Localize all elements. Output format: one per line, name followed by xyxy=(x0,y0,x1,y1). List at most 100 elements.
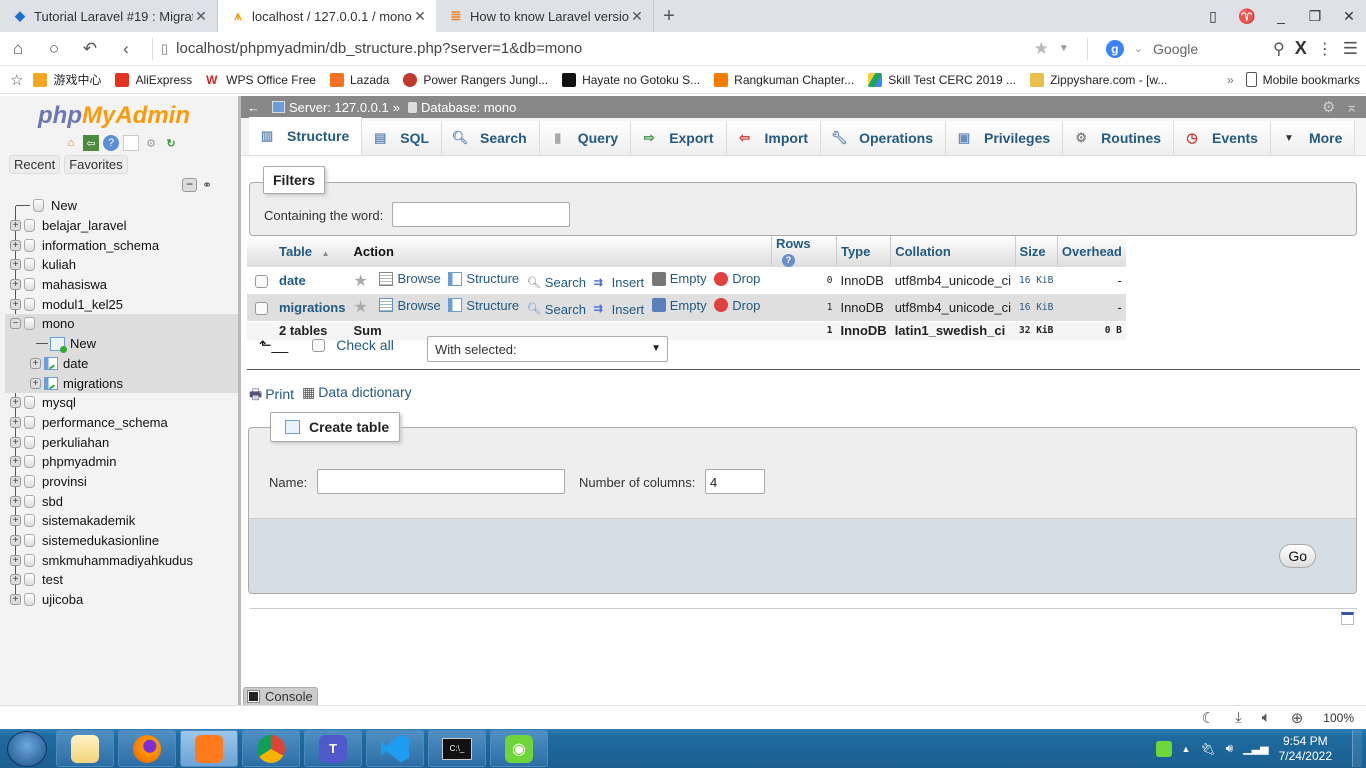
tree-item-db[interactable]: + information_schema xyxy=(0,235,238,255)
tree-item-db-selected[interactable]: − mono xyxy=(5,314,238,334)
tree-item-db[interactable]: + sistemakademik xyxy=(0,511,238,531)
more-bookmarks-button[interactable]: » xyxy=(1227,73,1234,87)
favorite-star-icon[interactable]: ★ xyxy=(353,297,367,317)
row-checkbox[interactable] xyxy=(254,275,268,289)
tree-item-db[interactable]: + smkmuhammadiyahkudus xyxy=(0,550,238,570)
page-settings-icon[interactable] xyxy=(1341,612,1354,625)
tab-privileges[interactable]: ▣ Privileges xyxy=(946,121,1064,155)
drop-action[interactable]: Drop xyxy=(714,271,760,286)
browse-action[interactable]: Browse xyxy=(379,271,441,286)
cell-size[interactable]: 16 KiB xyxy=(1015,267,1058,294)
expand-icon[interactable]: + xyxy=(10,220,21,232)
tree-item-db[interactable]: + perkuliahan xyxy=(0,432,238,452)
more-menu-icon[interactable]: ⋮ xyxy=(1317,39,1333,59)
new-tab-button[interactable]: + xyxy=(654,0,684,32)
chevron-down-icon[interactable]: ▼ xyxy=(1059,43,1069,54)
bookmark-item[interactable]: Zippyshare.com - [w... xyxy=(1030,72,1167,87)
expand-icon[interactable]: + xyxy=(10,279,21,291)
download-icon[interactable]: ⤓ xyxy=(1235,709,1242,726)
structure-action[interactable]: Structure xyxy=(448,271,519,286)
browser-tab[interactable]: ≣ How to know Laravel version and ✕ xyxy=(436,0,654,32)
bookmark-star-icon[interactable]: ☆ xyxy=(10,71,23,89)
recent-button[interactable]: Recent xyxy=(9,155,61,174)
breadcrumb-database[interactable]: Database: mono xyxy=(421,100,516,115)
structure-action[interactable]: Structure xyxy=(448,298,519,313)
start-button[interactable] xyxy=(7,730,47,767)
home-icon[interactable]: ⌂ xyxy=(63,135,79,151)
link-icon[interactable]: ⚭ xyxy=(202,178,212,192)
check-all-label[interactable]: Check all xyxy=(336,337,394,353)
insert-action[interactable]: ⇉ Insert xyxy=(594,275,645,290)
show-desktop-button[interactable] xyxy=(1352,730,1362,767)
header-rows[interactable]: Rows ? xyxy=(770,236,837,267)
taskbar-app-file-explorer[interactable] xyxy=(56,730,114,767)
taskbar-app-teams[interactable]: T xyxy=(304,730,362,767)
bookmark-item[interactable]: AliExpress xyxy=(115,72,192,87)
empty-action[interactable]: Empty xyxy=(651,271,707,286)
tree-item-db[interactable]: + mahasiswa xyxy=(0,275,238,295)
tree-item-db[interactable]: + provinsi xyxy=(0,472,238,492)
expand-icon[interactable]: + xyxy=(10,554,21,566)
tree-item-new[interactable]: New xyxy=(0,196,238,216)
search-engine-input[interactable]: Google xyxy=(1153,41,1263,57)
taskbar-app-firefox[interactable] xyxy=(118,730,176,767)
close-tab-icon[interactable]: ✕ xyxy=(412,8,428,25)
header-type[interactable]: Type xyxy=(835,236,891,267)
empty-action[interactable]: Empty xyxy=(651,298,707,313)
browse-action[interactable]: Browse xyxy=(379,298,441,313)
help-icon[interactable]: ? xyxy=(781,254,795,267)
expand-icon[interactable]: + xyxy=(10,239,21,251)
wifi-hotspot-tray-icon[interactable] xyxy=(1155,740,1172,757)
bookmark-item[interactable]: Skill Test CERC 2019 ... xyxy=(868,72,1016,87)
tree-item-db[interactable]: + sistemedukasionline xyxy=(0,531,238,551)
console-toggle[interactable]: Console xyxy=(243,687,318,705)
restore-button[interactable]: ❐ xyxy=(1298,8,1332,25)
reload-button[interactable]: ○ xyxy=(36,39,72,59)
expand-icon[interactable]: + xyxy=(10,436,21,448)
bookmark-item[interactable]: Hayate no Gotoku S... xyxy=(562,72,700,87)
header-overhead[interactable]: Overhead xyxy=(1056,236,1126,267)
close-window-button[interactable]: ✕ xyxy=(1332,8,1366,25)
tree-item-db[interactable]: + sbd xyxy=(0,491,238,511)
tree-item-db[interactable]: + ujicoba xyxy=(0,590,238,610)
minimize-button[interactable]: _ xyxy=(1264,8,1298,24)
favorite-star-icon[interactable]: ★ xyxy=(353,271,367,291)
settings-gear-icon[interactable]: ⚙ xyxy=(143,135,159,151)
tree-item-db[interactable]: + mysql xyxy=(0,393,238,413)
favorites-button[interactable]: Favorites xyxy=(64,155,128,174)
expand-icon[interactable]: + xyxy=(30,377,41,389)
print-link[interactable]: 🖶︎ Print xyxy=(249,384,294,408)
expand-icon[interactable]: + xyxy=(10,416,21,428)
tablet-mode-icon[interactable]: ▯ xyxy=(1196,8,1230,25)
pma-logo[interactable]: phpMyAdmin xyxy=(38,102,190,130)
collapse-nav-arrow-icon[interactable]: ← xyxy=(247,100,260,115)
row-checkbox[interactable] xyxy=(254,301,268,315)
undo-close-button[interactable]: ↶ xyxy=(72,39,108,59)
home-button[interactable]: ⌂ xyxy=(0,39,36,59)
header-collation[interactable]: Collation xyxy=(890,236,1016,267)
bookmark-star-icon[interactable]: ★ xyxy=(1034,39,1049,59)
settings-gear-icon[interactable]: ⚙ xyxy=(1322,98,1335,116)
taskbar-app-wifi-hotspot[interactable]: ◉ xyxy=(490,730,548,767)
show-hidden-icons[interactable]: ▲ xyxy=(1182,744,1191,754)
table-name-input[interactable] xyxy=(317,469,565,494)
header-table[interactable]: Table ▲ xyxy=(275,236,350,267)
tree-item-db[interactable]: + modul1_kel25 xyxy=(0,294,238,314)
tab-search[interactable]: 🔍︎ Search xyxy=(442,121,540,155)
expand-icon[interactable]: + xyxy=(10,594,21,606)
address-bar[interactable]: ▯ localhost/phpmyadmin/db_structure.php?… xyxy=(161,40,1034,57)
expand-icon[interactable]: + xyxy=(10,475,21,487)
tree-item-db[interactable]: + performance_schema xyxy=(0,413,238,433)
tab-routines[interactable]: ⚙ Routines xyxy=(1063,121,1175,155)
tree-item-db[interactable]: + phpmyadmin xyxy=(0,452,238,472)
docs-icon[interactable] xyxy=(123,135,139,151)
taskbar-app-uc-browser[interactable] xyxy=(180,730,238,767)
collapse-all-icon[interactable]: − xyxy=(182,178,197,192)
num-columns-input[interactable]: 4 xyxy=(705,469,765,494)
bookmark-item[interactable]: Lazada xyxy=(329,72,389,87)
tab-import[interactable]: ⇦ Import xyxy=(726,121,822,155)
collapse-icon[interactable]: − xyxy=(10,318,21,330)
cell-size[interactable]: 16 KiB xyxy=(1015,294,1058,321)
search-icon[interactable]: ⚲ xyxy=(1273,39,1285,59)
clock[interactable]: 9:54 PM 7/24/2022 xyxy=(1279,734,1332,764)
